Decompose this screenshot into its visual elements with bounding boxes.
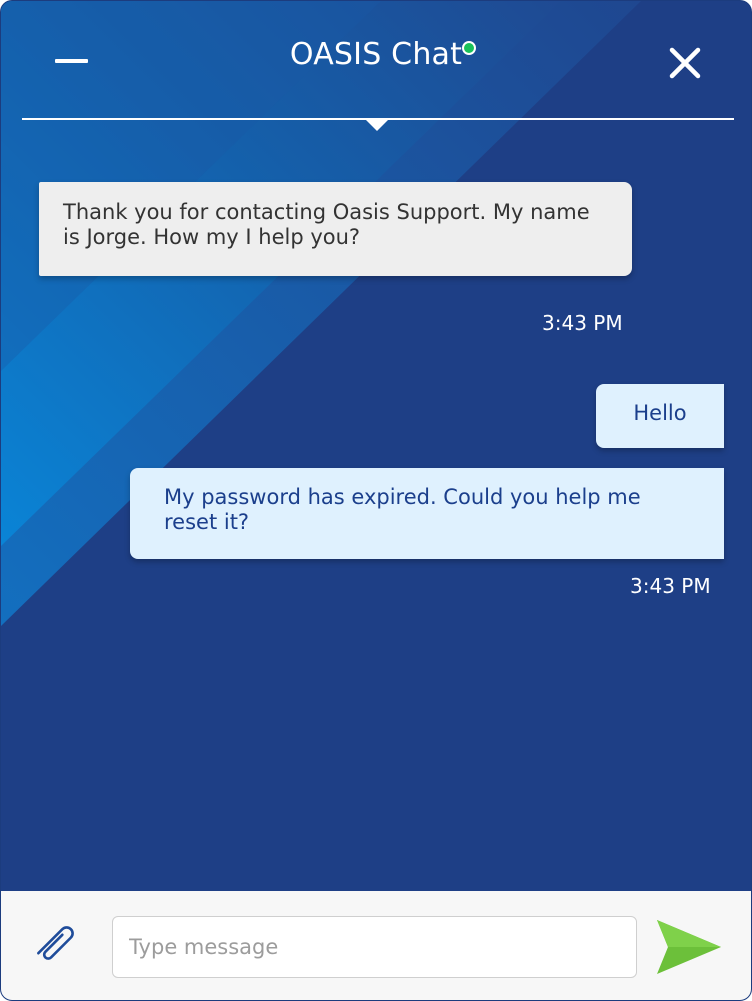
divider-notch <box>365 119 389 131</box>
message-text: Thank you for contacting Oasis Support. … <box>63 200 590 249</box>
agent-message: Thank you for contacting Oasis Support. … <box>39 182 632 276</box>
message-input[interactable] <box>112 916 637 978</box>
chat-title: OASIS Chat <box>289 37 477 72</box>
online-status-dot <box>462 41 477 55</box>
user-message: My password has expired. Could you help … <box>130 468 724 559</box>
message-timestamp: 3:43 PM <box>630 574 711 598</box>
message-text: My password has expired. Could you help … <box>164 485 641 534</box>
title-container: OASIS Chat <box>1 37 751 72</box>
message-text: Hello <box>633 401 687 425</box>
attach-button[interactable] <box>29 917 83 971</box>
send-button[interactable] <box>653 917 725 977</box>
paperclip-icon <box>37 926 74 960</box>
close-icon <box>669 47 701 79</box>
user-message: Hello <box>596 384 724 448</box>
message-timestamp: 3:43 PM <box>542 311 623 335</box>
chat-header: OASIS Chat <box>1 1 751 131</box>
send-icon <box>657 920 721 974</box>
close-button[interactable] <box>663 41 707 85</box>
message-composer <box>1 891 751 1000</box>
chat-title-text: OASIS Chat <box>289 37 463 72</box>
chat-window: OASIS Chat Thank you for contacting Oasi… <box>0 0 752 1001</box>
message-list: Thank you for contacting Oasis Support. … <box>1 131 751 891</box>
